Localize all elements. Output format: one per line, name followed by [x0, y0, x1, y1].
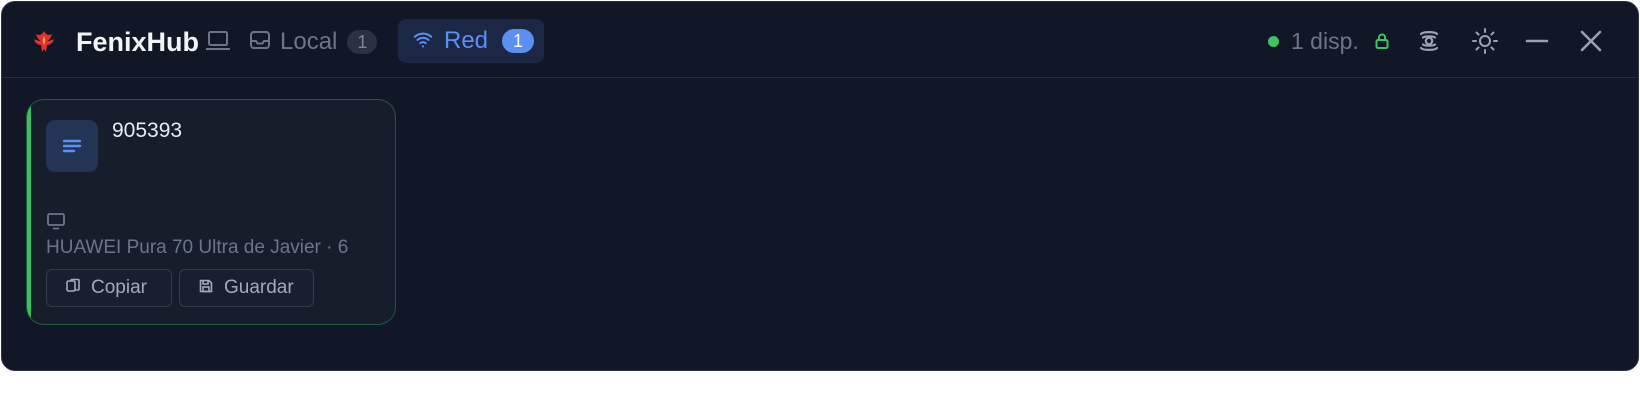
title-bar: FenixHub Local 1 Red 1 1 disp.	[2, 2, 1638, 78]
copy-button-label: Copiar	[91, 277, 147, 298]
close-icon[interactable]	[1574, 24, 1608, 58]
minimize-icon[interactable]	[1520, 24, 1554, 58]
save-button[interactable]: Guardar	[179, 269, 314, 307]
tab-red[interactable]: Red 1	[398, 19, 544, 63]
save-icon	[198, 278, 214, 299]
app-title: FenixHub	[76, 27, 200, 57]
tab-local-label: Local	[280, 28, 338, 55]
card-accent-bar	[27, 100, 31, 324]
copy-icon	[65, 278, 81, 299]
lock-icon	[1373, 32, 1391, 50]
app-window: FenixHub Local 1 Red 1 1 disp. 905393 HU…	[1, 1, 1639, 371]
wifi-icon	[412, 28, 434, 55]
tab-red-label: Red	[444, 27, 489, 54]
tab-red-count-badge: 1	[502, 29, 535, 53]
source-device-label: HUAWEI Pura 70 Ultra de Javier · 6	[46, 237, 349, 258]
device-status: 1 disp.	[1268, 26, 1391, 56]
clipboard-content-text: 905393	[112, 119, 183, 142]
inbox-icon	[248, 28, 272, 57]
clipboard-item-card[interactable]: 905393 HUAWEI Pura 70 Ultra de Javier · …	[26, 99, 396, 325]
monitor-icon	[46, 211, 66, 231]
phoenix-logo-icon	[30, 28, 58, 56]
save-button-label: Guardar	[224, 277, 294, 298]
online-status-dot	[1268, 35, 1279, 47]
laptop-icon[interactable]	[204, 28, 232, 54]
broadcast-icon[interactable]	[1412, 24, 1446, 58]
settings-icon[interactable]	[1468, 24, 1502, 58]
tab-local-count-badge: 1	[347, 30, 378, 54]
text-lines-icon	[46, 120, 98, 172]
copy-button[interactable]: Copiar	[46, 269, 172, 307]
devices-count-label: 1 disp.	[1291, 27, 1359, 54]
tab-local[interactable]: Local 1	[246, 20, 386, 64]
